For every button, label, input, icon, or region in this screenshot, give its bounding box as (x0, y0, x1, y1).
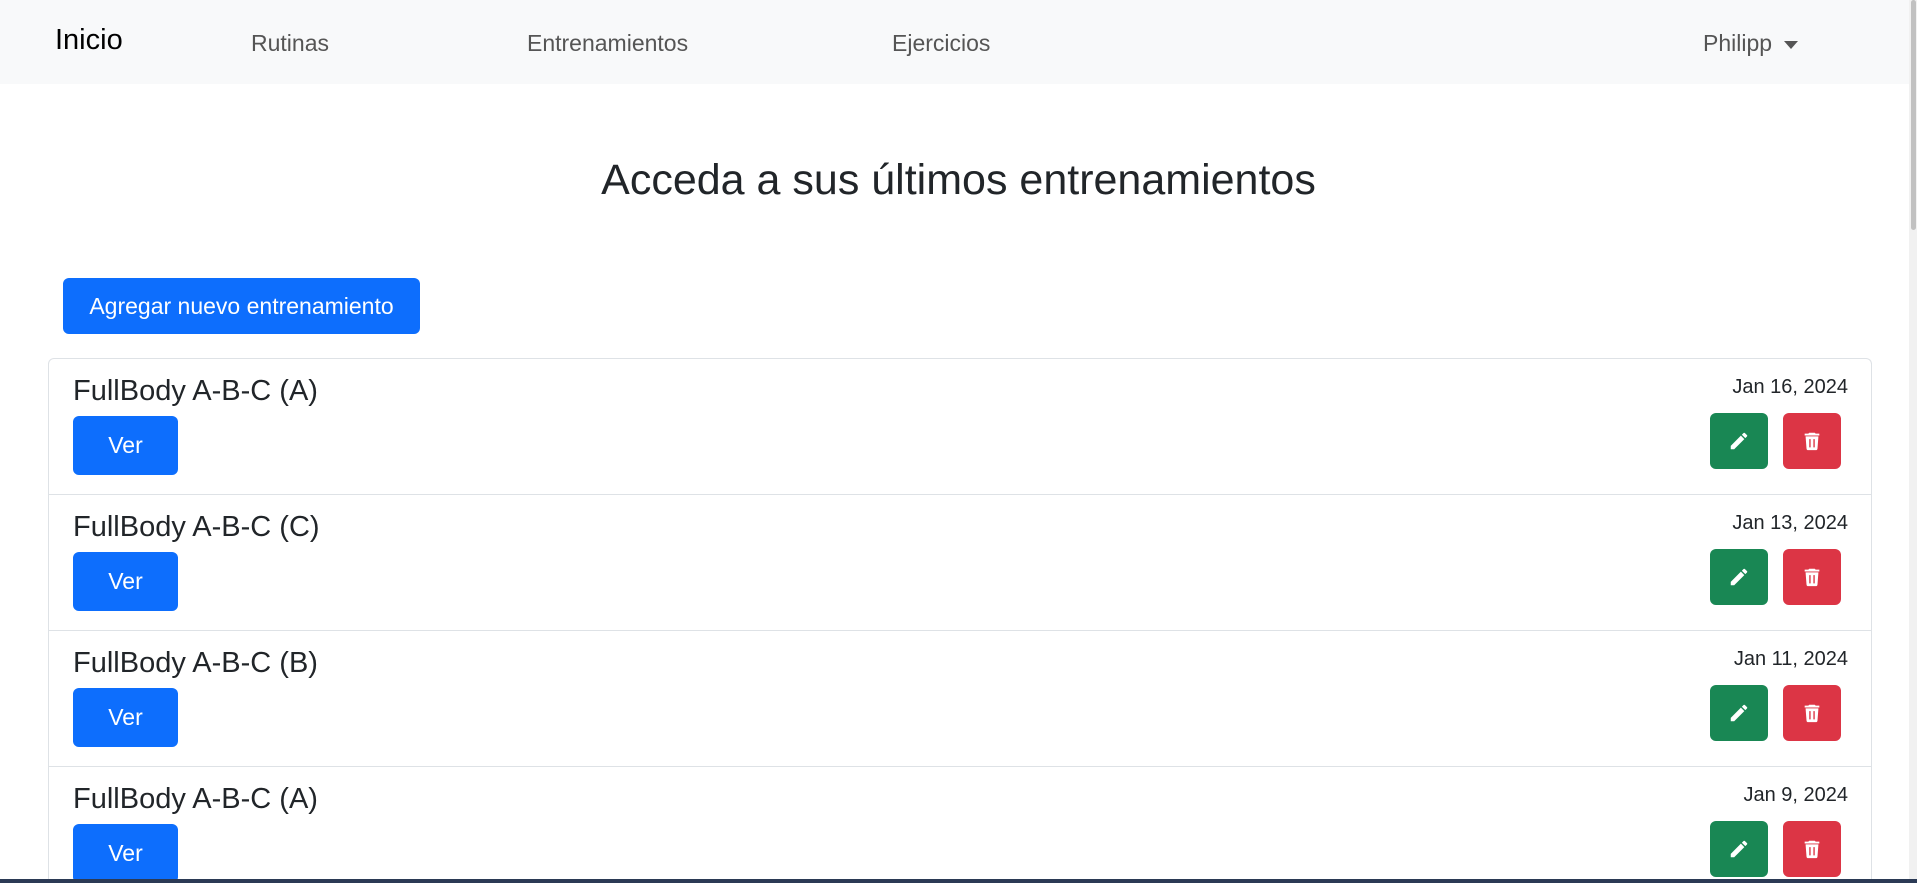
pencil-icon (1730, 840, 1748, 858)
workout-date: Jan 11, 2024 (1733, 648, 1848, 670)
workout-title: FullBody A-B-C (B) (73, 647, 318, 679)
pencil-icon (1730, 432, 1748, 450)
workout-title: FullBody A-B-C (A) (73, 375, 318, 407)
delete-workout-button[interactable] (1783, 549, 1841, 605)
delete-workout-button[interactable] (1783, 685, 1841, 741)
top-navbar: Inicio Rutinas Entrenamientos Ejercicios… (0, 0, 1917, 84)
workout-date: Jan 9, 2024 (1743, 784, 1848, 806)
view-workout-button[interactable]: Ver (73, 688, 178, 747)
view-workout-button[interactable]: Ver (73, 416, 178, 475)
trash-icon (1804, 840, 1820, 859)
trash-icon (1804, 432, 1820, 451)
nav-link-entrenamientos[interactable]: Entrenamientos (527, 30, 688, 57)
workout-title: FullBody A-B-C (C) (73, 511, 320, 543)
edit-workout-button[interactable] (1710, 685, 1768, 741)
add-workout-button[interactable]: Agregar nuevo entrenamiento (63, 278, 420, 334)
view-workout-button[interactable]: Ver (73, 552, 178, 611)
workout-date: Jan 13, 2024 (1732, 512, 1848, 534)
edit-workout-button[interactable] (1710, 413, 1768, 469)
page-scrollbar-thumb[interactable] (1911, 0, 1916, 230)
workout-list-item: FullBody A-B-C (B) Jan 11, 2024 Ver (49, 631, 1871, 767)
workout-list: FullBody A-B-C (A) Jan 16, 2024 Ver Full… (48, 358, 1872, 883)
nav-link-rutinas[interactable]: Rutinas (251, 30, 329, 57)
delete-workout-button[interactable] (1783, 413, 1841, 469)
bottom-edge-divider (0, 879, 1917, 883)
page-title: Acceda a sus últimos entrenamientos (601, 156, 1316, 204)
trash-icon (1804, 568, 1820, 587)
workout-list-item: FullBody A-B-C (A) Jan 9, 2024 Ver (49, 767, 1871, 883)
trash-icon (1804, 704, 1820, 723)
pencil-icon (1730, 704, 1748, 722)
delete-workout-button[interactable] (1783, 821, 1841, 877)
workout-date: Jan 16, 2024 (1732, 376, 1848, 398)
workout-list-item: FullBody A-B-C (A) Jan 16, 2024 Ver (49, 359, 1871, 495)
brand-link-inicio[interactable]: Inicio (55, 24, 123, 57)
user-menu-dropdown[interactable]: Philipp (1703, 30, 1799, 57)
caret-down-icon (1784, 40, 1799, 49)
workout-title: FullBody A-B-C (A) (73, 783, 318, 815)
nav-link-ejercicios[interactable]: Ejercicios (892, 30, 990, 57)
workout-list-item: FullBody A-B-C (C) Jan 13, 2024 Ver (49, 495, 1871, 631)
user-name: Philipp (1703, 30, 1773, 56)
pencil-icon (1730, 568, 1748, 586)
view-workout-button[interactable]: Ver (73, 824, 178, 883)
edit-workout-button[interactable] (1710, 549, 1768, 605)
edit-workout-button[interactable] (1710, 821, 1768, 877)
